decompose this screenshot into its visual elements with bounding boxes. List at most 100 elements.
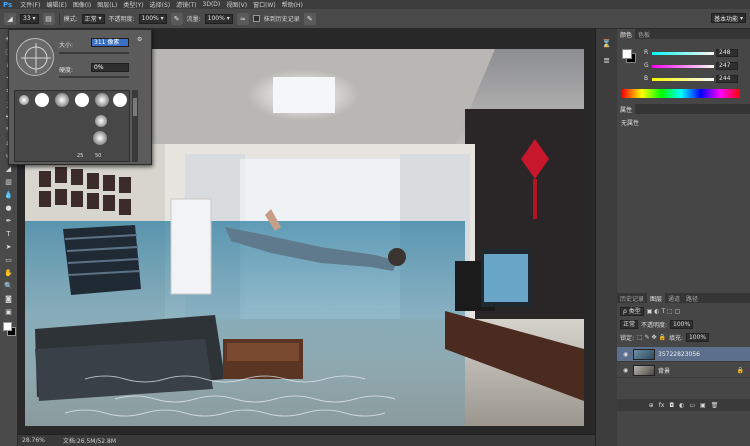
- tab-layers[interactable]: 图层: [647, 293, 666, 303]
- size-input[interactable]: 311 像素: [91, 38, 129, 47]
- menu-layer[interactable]: 图层(L): [94, 0, 120, 9]
- menu-3d[interactable]: 3D(D): [200, 1, 224, 8]
- green-slider[interactable]: [652, 65, 714, 68]
- layer-name[interactable]: 35722823056: [658, 351, 700, 358]
- layer-style-icon[interactable]: fx: [659, 402, 665, 409]
- brush-grid-scrollbar[interactable]: [132, 90, 138, 162]
- tab-channels[interactable]: 通道: [665, 293, 683, 303]
- opacity-value: 100%: [141, 15, 159, 22]
- red-value[interactable]: 248: [716, 49, 738, 57]
- type-tool-icon[interactable]: T: [2, 229, 16, 239]
- color-foreground-swatch[interactable]: [622, 49, 632, 59]
- brush-tip[interactable]: [95, 115, 107, 127]
- lock-icons[interactable]: ⬚ ✎ ✥ 🔒: [637, 334, 666, 341]
- green-label: G: [644, 62, 649, 69]
- visibility-eye-icon[interactable]: ◉: [623, 351, 630, 358]
- lock-row: 锁定: ⬚ ✎ ✥ 🔒 填充: 100%: [620, 332, 747, 342]
- brush-tip-preview[interactable]: [16, 38, 54, 76]
- eraser-tool-icon[interactable]: ◢: [2, 164, 16, 174]
- brush-tip[interactable]: [35, 93, 49, 107]
- brush-panel-toggle-icon[interactable]: ▤: [42, 12, 55, 25]
- color-spectrum-ramp[interactable]: [622, 89, 740, 98]
- tab-history[interactable]: 历史记录: [617, 293, 647, 303]
- layer-opacity-field[interactable]: 100%: [670, 319, 694, 329]
- pen-tool-icon[interactable]: ✒: [2, 216, 16, 226]
- document-size: 文档:26.5M/52.8M: [62, 438, 117, 445]
- menu-image[interactable]: 图像(I): [70, 0, 94, 9]
- blue-value[interactable]: 244: [716, 75, 738, 83]
- screen-mode-icon[interactable]: ▣: [2, 307, 16, 317]
- blend-row: 正常 不透明度: 100%: [620, 319, 747, 329]
- menu-select[interactable]: 选择(S): [147, 0, 174, 9]
- brush-tip[interactable]: [75, 93, 89, 107]
- quick-mask-icon[interactable]: ◙: [2, 294, 16, 304]
- brush-size-value: 33: [23, 15, 31, 22]
- erase-history-label: 抹到历史记录: [263, 16, 300, 23]
- tab-color[interactable]: 颜色: [617, 29, 636, 39]
- layer-name[interactable]: 背景: [658, 366, 670, 375]
- tab-paths[interactable]: 路径: [683, 293, 701, 303]
- gradient-tool-icon[interactable]: ▥: [2, 177, 16, 187]
- brush-size-dropdown[interactable]: 33 ▾: [20, 13, 39, 24]
- brush-tip[interactable]: [55, 93, 69, 107]
- pressure-size-icon[interactable]: ✎: [303, 12, 316, 25]
- tab-swatches[interactable]: 色板: [635, 29, 653, 39]
- menu-filter[interactable]: 滤镜(T): [173, 0, 199, 9]
- size-slider[interactable]: [59, 52, 129, 54]
- path-select-tool-icon[interactable]: ➤: [2, 242, 16, 252]
- hardness-slider[interactable]: [59, 76, 129, 78]
- link-layers-icon[interactable]: ⊕: [649, 402, 654, 409]
- airbrush-icon[interactable]: ≈: [236, 12, 249, 25]
- shape-tool-icon[interactable]: ▭: [2, 255, 16, 265]
- filter-icons[interactable]: ▣ ◐ T ⬚ ▢: [647, 308, 681, 315]
- add-mask-icon[interactable]: ◘: [669, 402, 674, 409]
- hand-tool-icon[interactable]: ✋: [2, 268, 16, 278]
- brush-tip[interactable]: [19, 95, 29, 105]
- eraser-tool-icon[interactable]: ◢: [4, 12, 16, 25]
- layer-row[interactable]: ◉ 35722823056: [617, 347, 750, 362]
- zoom-tool-icon[interactable]: 🔍: [2, 281, 16, 291]
- new-group-icon[interactable]: ▭: [689, 402, 695, 409]
- zoom-level[interactable]: 28.76%: [22, 437, 45, 444]
- pressure-opacity-icon[interactable]: ✎: [170, 12, 183, 25]
- brush-tip[interactable]: [93, 131, 107, 145]
- green-value[interactable]: 247: [716, 62, 738, 70]
- blend-mode-select[interactable]: 正常: [620, 319, 639, 329]
- menu-bar: Ps 文件(F) 编辑(E) 图像(I) 图层(L) 类型(Y) 选择(S) 滤…: [0, 0, 750, 9]
- workspace-value: 基本功能: [714, 15, 739, 23]
- flow-field[interactable]: 100% ▾: [204, 13, 233, 24]
- visibility-eye-icon[interactable]: ◉: [623, 367, 630, 374]
- menu-view[interactable]: 视图(V): [223, 0, 250, 9]
- brush-tip[interactable]: [113, 93, 127, 107]
- menu-window[interactable]: 窗口(W): [250, 0, 279, 9]
- brush-tip[interactable]: [95, 93, 109, 107]
- brush-picker-gear-icon[interactable]: ⚙: [137, 36, 142, 43]
- foreground-color-swatch[interactable]: [3, 322, 12, 331]
- red-slider[interactable]: [652, 52, 714, 55]
- fill-field[interactable]: 100%: [685, 332, 710, 342]
- scrollbar-thumb[interactable]: [133, 98, 137, 116]
- opacity-field[interactable]: 100% ▾: [138, 13, 167, 24]
- properties-panel-icon[interactable]: ≣: [603, 56, 610, 65]
- tab-properties[interactable]: 属性: [617, 104, 636, 114]
- mode-select[interactable]: 正常 ▾: [81, 13, 105, 24]
- blue-slider[interactable]: [652, 78, 714, 81]
- adjustment-layer-icon[interactable]: ◐: [679, 402, 684, 409]
- menu-help[interactable]: 帮助(H): [279, 0, 306, 9]
- dodge-tool-icon[interactable]: ●: [2, 203, 16, 213]
- delete-layer-icon[interactable]: 🗑: [711, 402, 719, 409]
- layer-kind-filter[interactable]: ρ 类型: [620, 306, 644, 316]
- layer-row[interactable]: ◉ 背景 🔒: [617, 363, 750, 378]
- erase-history-checkbox[interactable]: [252, 15, 260, 22]
- separator: [58, 12, 60, 25]
- mode-value: 正常: [84, 16, 97, 23]
- hardness-input[interactable]: 0%: [91, 63, 129, 72]
- menu-edit[interactable]: 编辑(E): [43, 0, 69, 9]
- blur-tool-icon[interactable]: 💧: [2, 190, 16, 200]
- menu-type[interactable]: 类型(Y): [120, 0, 146, 9]
- layers-footer-toolbar: ⊕ fx ◘ ◐ ▭ ▣ 🗑: [617, 399, 750, 411]
- new-layer-icon[interactable]: ▣: [700, 402, 706, 409]
- workspace-switcher[interactable]: 基本功能 ▾: [711, 13, 746, 23]
- history-panel-icon[interactable]: ⌛: [602, 39, 612, 48]
- menu-file[interactable]: 文件(F): [17, 0, 43, 9]
